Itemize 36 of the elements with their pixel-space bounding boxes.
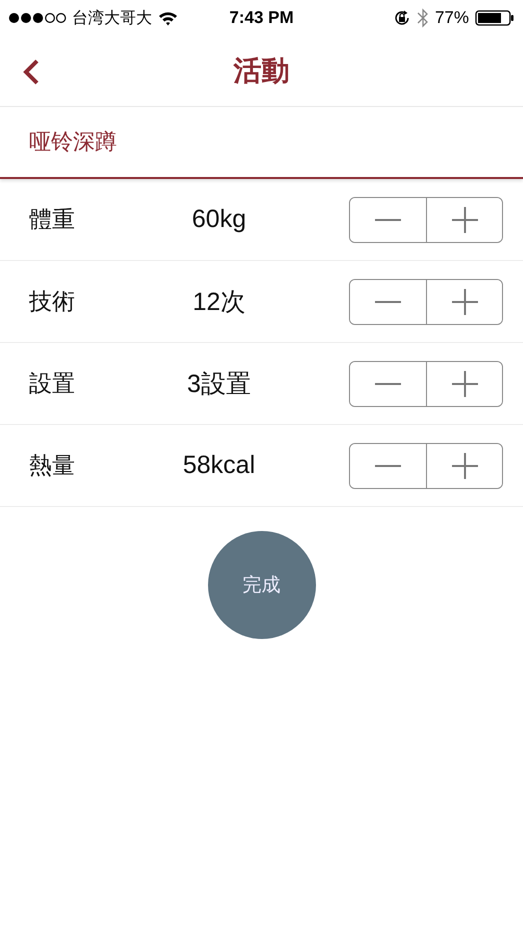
- minus-icon: [375, 382, 401, 384]
- rotation-lock-icon: [392, 9, 411, 27]
- exercise-name: 哑铃深蹲: [29, 129, 117, 157]
- battery-percent: 77%: [434, 8, 469, 28]
- row-value: 60kg: [190, 205, 248, 234]
- increment-button[interactable]: [426, 198, 502, 242]
- clock-time: 7:43 PM: [229, 8, 294, 28]
- signal-icon: [8, 12, 66, 24]
- plus-icon: [452, 370, 478, 396]
- row-value: 3設置: [186, 369, 252, 400]
- plus-icon: [452, 206, 478, 232]
- stepper-control[interactable]: [349, 278, 503, 324]
- row-value: 12次: [192, 287, 246, 318]
- stepper-control[interactable]: [349, 196, 503, 242]
- row-label: 設置: [29, 370, 76, 399]
- stepper-control[interactable]: [349, 442, 503, 488]
- plus-icon: [452, 288, 478, 314]
- battery-icon: [475, 10, 515, 26]
- row-label: 熱量: [29, 452, 76, 481]
- stepper-control[interactable]: [349, 360, 503, 406]
- minus-icon: [375, 300, 401, 302]
- back-chevron-icon: [22, 58, 40, 86]
- minus-icon: [375, 464, 401, 466]
- minus-icon: [375, 218, 401, 220]
- page-title: 活動: [234, 53, 290, 89]
- increment-button[interactable]: [426, 444, 502, 488]
- increment-button[interactable]: [426, 280, 502, 324]
- bluetooth-icon: [416, 8, 429, 28]
- done-button[interactable]: 完成: [208, 531, 316, 639]
- row-label: 體重: [29, 206, 76, 235]
- row-value: 58kcal: [182, 451, 256, 480]
- row-label: 技術: [29, 288, 76, 317]
- carrier-name: 台湾大哥大: [72, 8, 152, 28]
- increment-button[interactable]: [426, 362, 502, 406]
- wifi-icon: [158, 10, 178, 26]
- plus-icon: [452, 452, 478, 478]
